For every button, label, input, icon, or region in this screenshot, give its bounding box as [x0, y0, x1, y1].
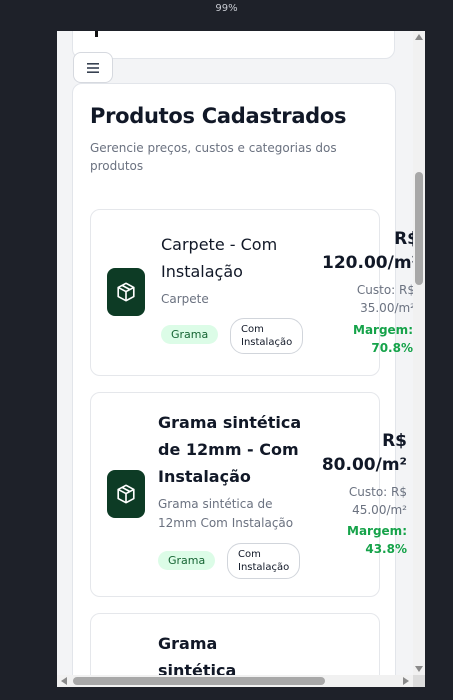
category-tag: Grama — [161, 325, 219, 344]
horizontal-scroll-thumb[interactable] — [73, 677, 325, 685]
product-name-line: Grama — [158, 634, 218, 653]
scroll-down-arrow-icon[interactable] — [415, 666, 423, 672]
product-price: R$ 120.00/m² — [322, 227, 419, 275]
category-tag: Grama — [158, 551, 216, 570]
product-name: Carpete - Com Instalação — [161, 231, 277, 285]
type-tag-line: Com — [238, 549, 261, 560]
product-name-line: Instalação — [161, 262, 243, 281]
product-icon-box — [107, 470, 145, 518]
vertical-scrollbar[interactable] — [413, 31, 425, 675]
scroll-up-arrow-icon[interactable] — [415, 34, 423, 40]
product-name: Grama sintética de 12mm - Com Instalação — [158, 409, 301, 490]
product-card[interactable]: Carpete - Com Instalação Carpete Grama C… — [90, 209, 419, 376]
description-line: Grama sintética de — [158, 497, 273, 511]
panel-title: Produtos Cadastrados — [90, 104, 347, 128]
type-tag-line: Instalação — [241, 337, 293, 348]
products-panel: Produtos Cadastrados Gerencie preços, cu… — [72, 83, 419, 687]
menu-button[interactable] — [73, 52, 113, 83]
previous-card — [72, 31, 395, 59]
margin-line: 70.8% — [371, 341, 413, 355]
margin-line: 43.8% — [365, 542, 407, 556]
type-tag-line: Com — [241, 324, 264, 335]
description-line: 12mm Com Instalação — [158, 516, 294, 530]
margin-line: Margem: — [347, 524, 407, 538]
margin-line: Margem: — [353, 323, 413, 337]
product-icon-box — [107, 268, 145, 316]
product-name-line: Instalação — [158, 467, 251, 486]
scroll-left-arrow-icon[interactable] — [61, 677, 67, 685]
price-line: R$ — [382, 431, 407, 451]
product-name-line: Grama sintética — [158, 413, 302, 432]
product-description: Grama sintética de 12mm Com Instalação — [158, 495, 293, 533]
scrollbar-corner — [413, 675, 425, 687]
scroll-right-arrow-icon[interactable] — [403, 677, 409, 685]
cost-line: 45.00/m² — [352, 503, 407, 517]
horizontal-scrollbar[interactable] — [57, 675, 413, 687]
product-name-line: Carpete - Com — [161, 235, 278, 254]
product-cost: Custo: R$ 35.00/m² — [357, 281, 415, 317]
cost-line: 35.00/m² — [360, 301, 415, 315]
product-name-line: de 12mm - Com — [158, 440, 299, 459]
type-tag-line: Instalação — [238, 562, 290, 573]
panel-subtitle: Gerencie preços, custos e categorias dos… — [90, 141, 337, 173]
type-tag: Com Instalação — [227, 543, 301, 579]
cost-line: Custo: R$ — [348, 485, 407, 499]
product-cost: Custo: R$ 45.00/m² — [349, 483, 407, 519]
previous-card-fragment — [95, 31, 98, 37]
product-price: R$ 80.00/m² — [322, 429, 407, 477]
product-card[interactable]: Grama sintética de 12mm - Com Instalação… — [90, 392, 407, 597]
product-margin: Margem: 43.8% — [347, 522, 407, 558]
price-line: R$ — [394, 229, 419, 249]
price-line: 120.00/m² — [322, 253, 419, 273]
price-line: 80.00/m² — [321, 455, 407, 475]
product-margin: Margem: 70.8% — [353, 321, 413, 357]
content-viewport: Produtos Cadastrados Gerencie preços, cu… — [57, 31, 425, 687]
package-icon — [117, 484, 135, 504]
package-icon — [117, 282, 135, 302]
product-description: Carpete — [161, 292, 209, 306]
zoom-level: 99% — [215, 3, 238, 14]
cost-line: Custo: R$ — [356, 283, 415, 297]
type-tag: Com Instalação — [230, 318, 304, 354]
menu-icon — [87, 62, 99, 73]
vertical-scroll-thumb[interactable] — [415, 172, 423, 285]
